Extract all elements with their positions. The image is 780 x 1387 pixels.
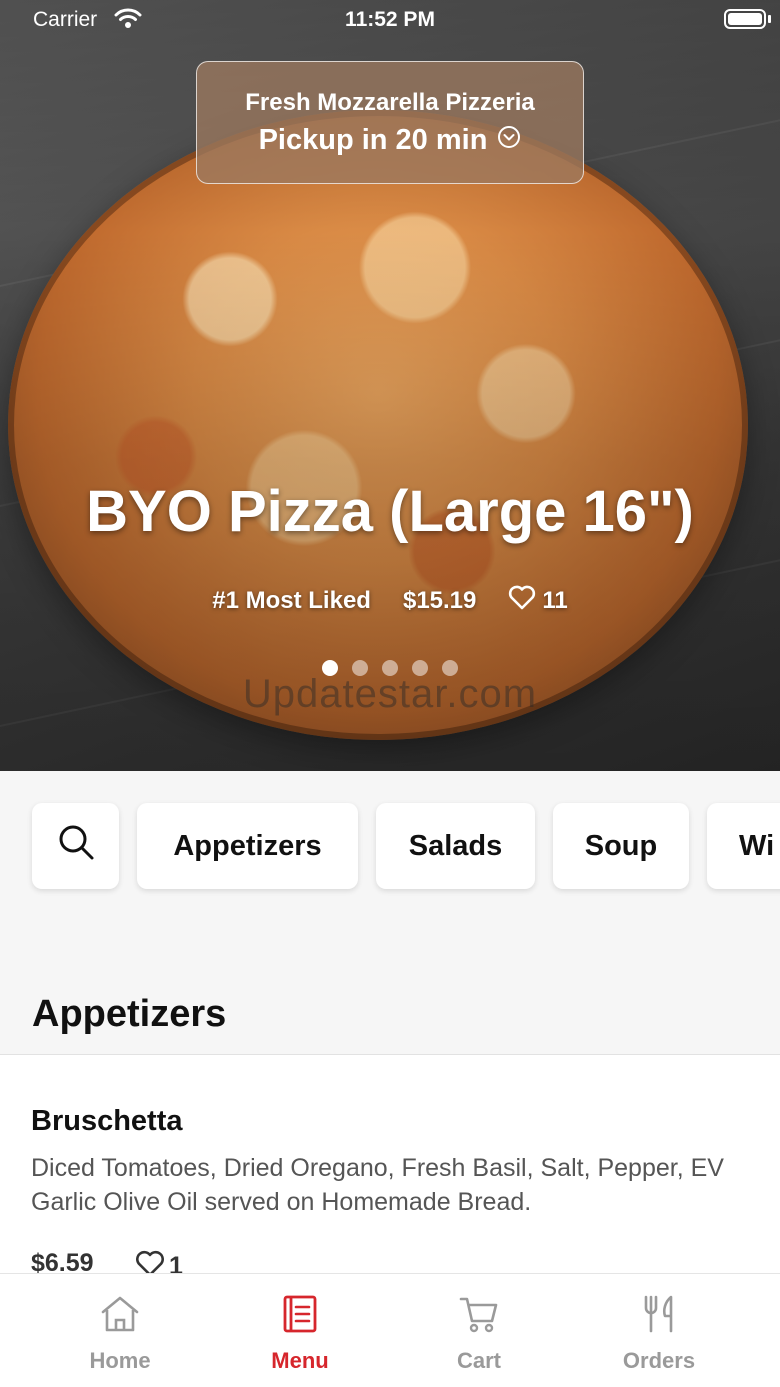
home-icon [40, 1292, 200, 1336]
watermark: Updatestar.com [242, 672, 538, 716]
featured-item-meta: #1 Most Liked $15.19 11 [0, 584, 780, 617]
category-chip-salads[interactable]: Salads [376, 803, 535, 889]
section-title: Appetizers [32, 993, 227, 1035]
menu-item-name: Bruschetta [31, 1105, 183, 1137]
menu-item-description: Diced Tomatoes, Dried Oregano, Fresh Bas… [31, 1154, 724, 1216]
tab-home-label: Home [89, 1348, 151, 1373]
featured-item-title: BYO Pizza (Large 16") [86, 479, 694, 544]
category-chip-soup[interactable]: Soup [553, 803, 689, 889]
tab-bar[interactable]: Home Menu Cart Orders [0, 1273, 780, 1387]
tab-orders[interactable]: Orders [579, 1292, 739, 1374]
menu-icon [220, 1292, 380, 1336]
status-bar: Carrier 11:52 PM [0, 0, 780, 40]
category-bar[interactable]: Appetizers Salads Soup Wi [0, 771, 780, 971]
hero-banner[interactable]: Carrier 11:52 PM Fresh Mozzarella Pizzer… [0, 0, 780, 771]
featured-likes[interactable]: 11 [508, 584, 568, 617]
featured-price: $15.19 [402, 586, 477, 614]
pickup-eta-label: Pickup in 20 min [258, 124, 488, 156]
clock: 11:52 PM [345, 8, 435, 31]
search-button[interactable] [32, 803, 119, 889]
heart-icon [508, 584, 536, 617]
pickup-eta[interactable]: Pickup in 20 min [197, 124, 583, 157]
tab-orders-label: Orders [622, 1348, 696, 1373]
featured-likes-count: 11 [542, 586, 568, 614]
menu-item[interactable]: Bruschetta Diced Tomatoes, Dried Oregano… [0, 1055, 780, 1285]
category-chip-wings[interactable]: Wi [707, 803, 780, 889]
category-chip-appetizers[interactable]: Appetizers [137, 803, 358, 889]
tab-home[interactable]: Home [40, 1292, 200, 1374]
tab-cart[interactable]: Cart [399, 1292, 559, 1374]
tab-menu[interactable]: Menu [220, 1292, 380, 1374]
pickup-selector[interactable]: Fresh Mozzarella Pizzeria Pickup in 20 m… [196, 61, 584, 184]
cart-icon [399, 1292, 559, 1336]
tab-cart-label: Cart [456, 1348, 501, 1373]
search-icon [56, 822, 96, 870]
fork-knife-icon [579, 1292, 739, 1336]
featured-badge: #1 Most Liked [212, 586, 371, 614]
restaurant-name: Fresh Mozzarella Pizzeria [245, 89, 535, 116]
tab-menu-label: Menu [271, 1348, 329, 1373]
battery-icon [724, 9, 766, 29]
chevron-down-circle-icon [497, 124, 521, 157]
